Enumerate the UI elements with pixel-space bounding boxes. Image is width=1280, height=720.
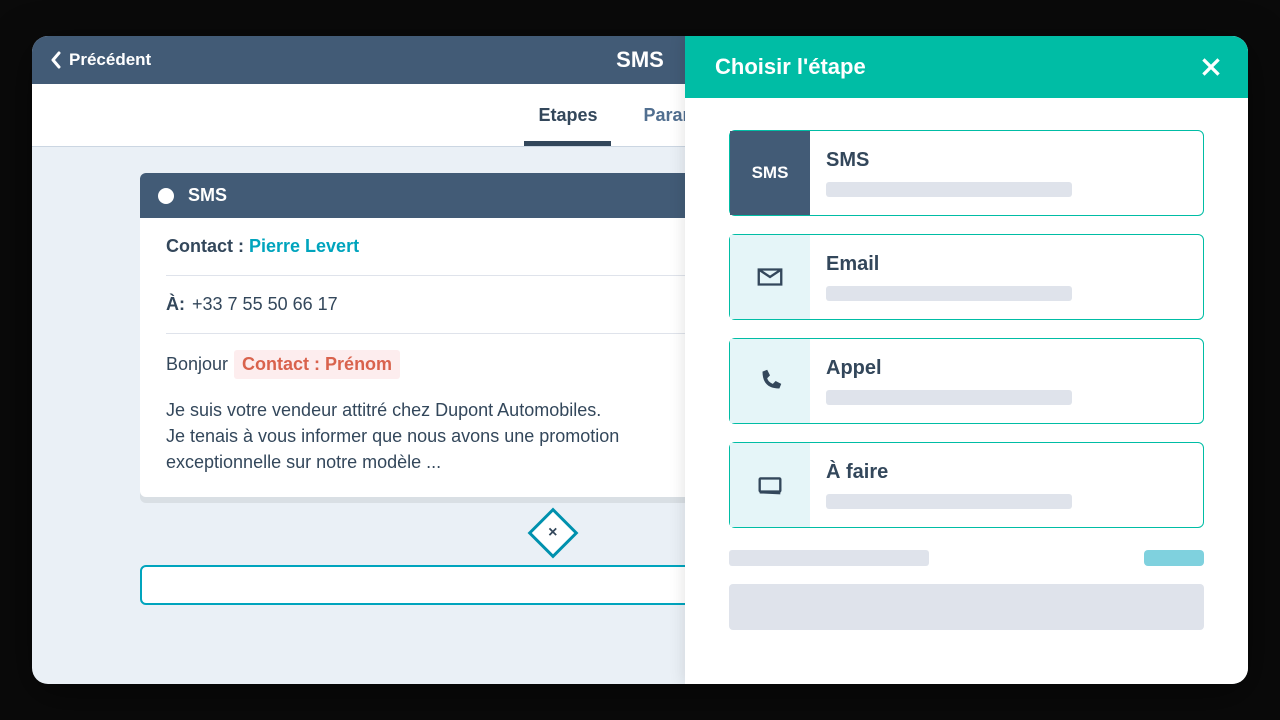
panel-footer [685, 550, 1248, 566]
envelope-icon [730, 235, 810, 319]
message-text: Je suis votre vendeur attitré chez Dupon… [166, 397, 706, 475]
to-label: À: [166, 294, 185, 314]
card-header-label: SMS [188, 185, 227, 206]
skeleton-block [729, 584, 1204, 630]
contact-name[interactable]: Pierre Levert [249, 236, 359, 256]
option-call[interactable]: Appel [729, 338, 1204, 424]
skeleton-line [826, 182, 1072, 197]
chevron-left-icon [50, 51, 61, 69]
skeleton-line [826, 390, 1072, 405]
remove-step-button[interactable]: × [527, 508, 578, 559]
skeleton-line [729, 550, 929, 566]
close-panel-button[interactable] [1198, 54, 1224, 80]
option-label: À faire [826, 461, 1072, 484]
merge-token[interactable]: Contact : Prénom [234, 350, 400, 379]
back-label: Précédent [69, 50, 151, 70]
panel-body: SMS SMS Email [685, 98, 1248, 528]
option-sms[interactable]: SMS SMS [729, 130, 1204, 216]
phone-icon [730, 339, 810, 423]
option-label: SMS [826, 149, 1072, 172]
page-title: SMS [616, 47, 664, 73]
to-number: +33 7 55 50 66 17 [192, 294, 338, 314]
contact-label: Contact : [166, 236, 249, 256]
app-window: Précédent SMS Etapes Paramètres SMS Cont… [32, 36, 1248, 684]
sms-icon: SMS [730, 131, 810, 215]
option-email[interactable]: Email [729, 234, 1204, 320]
option-todo[interactable]: À faire [729, 442, 1204, 528]
step-chooser-panel: Choisir l'étape SMS SMS Email [685, 36, 1248, 684]
panel-header: Choisir l'étape [685, 36, 1248, 98]
tab-steps[interactable]: Etapes [538, 84, 597, 146]
skeleton-line [826, 286, 1072, 301]
skeleton-line [826, 494, 1072, 509]
todo-icon [730, 443, 810, 527]
close-icon [1198, 54, 1224, 80]
greeting-text: Bonjour [166, 354, 228, 375]
close-icon: × [548, 524, 557, 542]
option-label: Email [826, 253, 1072, 276]
status-dot-icon [158, 188, 174, 204]
skeleton-pill [1144, 550, 1204, 566]
panel-title: Choisir l'étape [715, 54, 866, 80]
option-label: Appel [826, 357, 1072, 380]
back-button[interactable]: Précédent [50, 50, 151, 70]
